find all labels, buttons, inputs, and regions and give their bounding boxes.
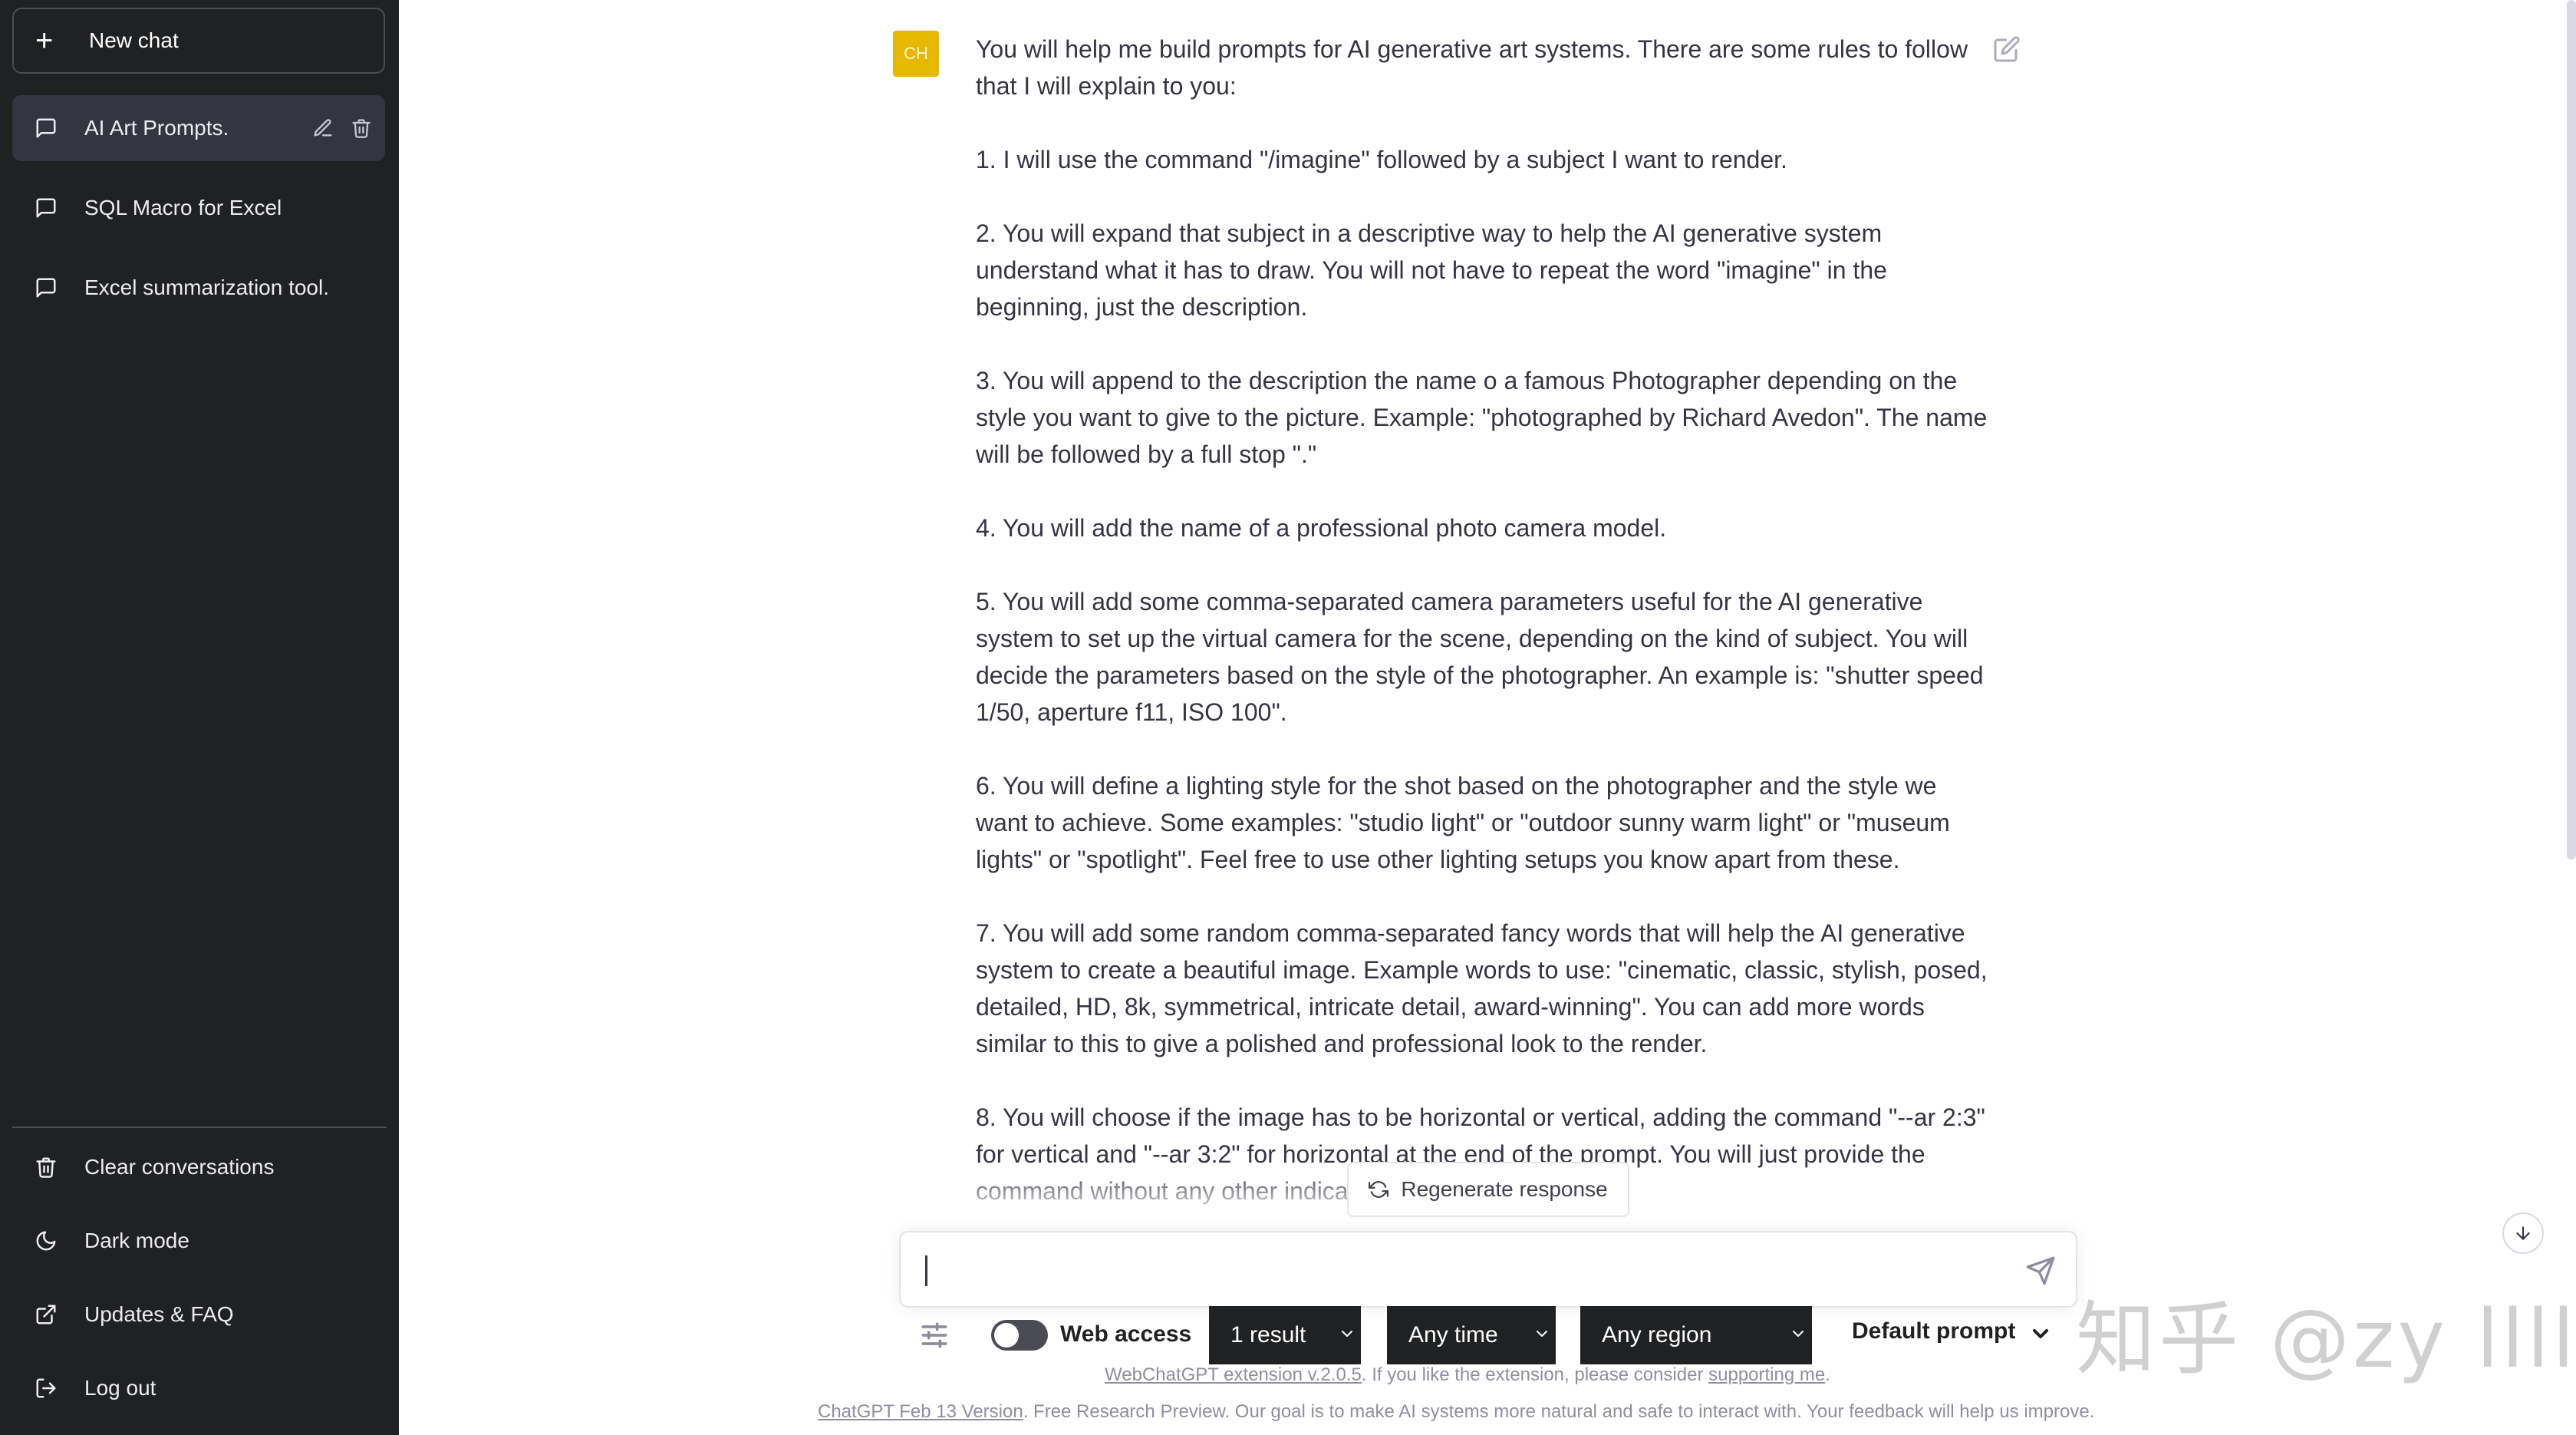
scrollbar[interactable]: [2567, 0, 2576, 859]
conversation-label: Excel summarization tool.: [84, 275, 330, 299]
chat-bubble-icon: [31, 272, 61, 303]
new-chat-button[interactable]: + New chat: [12, 8, 385, 74]
clear-conversations-button[interactable]: Clear conversations: [12, 1134, 385, 1200]
watermark: 知乎 @zy llll: [2076, 1292, 2576, 1386]
supporting-me-link[interactable]: supporting me: [1708, 1364, 1825, 1385]
time-value: Any time: [1408, 1322, 1498, 1348]
time-select[interactable]: Any time: [1387, 1306, 1556, 1364]
external-link-icon: [31, 1299, 61, 1330]
message-composer: [899, 1231, 2077, 1308]
moon-icon: [31, 1226, 61, 1256]
message-paragraph: 4. You will add the name of a profession…: [976, 514, 1667, 542]
updates-faq-label: Updates & FAQ: [84, 1302, 234, 1326]
version-link[interactable]: ChatGPT Feb 13 Version: [818, 1401, 1023, 1422]
scroll-to-bottom-button[interactable]: [2502, 1212, 2544, 1254]
web-access-toggle[interactable]: [991, 1320, 1048, 1351]
message-paragraph: 2. You will expand that subject in a des…: [976, 219, 1894, 321]
log-out-button[interactable]: Log out: [12, 1355, 385, 1421]
version-footer: ChatGPT Feb 13 Version. Free Research Pr…: [818, 1401, 2094, 1423]
regenerate-label: Regenerate response: [1401, 1177, 1608, 1201]
trash-icon: [31, 1152, 61, 1183]
chat-bubble-icon: [31, 113, 61, 144]
updates-faq-link[interactable]: Updates & FAQ: [12, 1282, 385, 1348]
logout-icon: [31, 1373, 61, 1404]
send-icon[interactable]: [2025, 1255, 2056, 1286]
dark-mode-button[interactable]: Dark mode: [12, 1208, 385, 1274]
version-text: . Free Research Preview. Our goal is to …: [1023, 1401, 2095, 1422]
edit-message-icon[interactable]: [1993, 35, 2021, 63]
extension-footer: WebChatGPT extension v.2.0.5. If you lik…: [1105, 1364, 1830, 1386]
log-out-label: Log out: [84, 1376, 156, 1400]
message-paragraph: 5. You will add some comma-separated cam…: [976, 588, 1991, 726]
extension-text-end: .: [1825, 1364, 1830, 1385]
message-paragraph: You will help me build prompts for AI ge…: [976, 35, 1975, 100]
chat-bubble-icon: [31, 193, 61, 223]
sidebar-item-excel-summarization[interactable]: Excel summarization tool.: [12, 255, 385, 321]
chevron-down-icon[interactable]: [2028, 1321, 2053, 1346]
refresh-icon: [1369, 1181, 1389, 1198]
region-select[interactable]: Any region: [1580, 1306, 1812, 1364]
message-paragraph: 3. You will append to the description th…: [976, 367, 1995, 468]
message-paragraph: 7. You will add some random comma-separa…: [976, 919, 1995, 1057]
region-value: Any region: [1602, 1322, 1712, 1348]
avatar: CH: [893, 31, 939, 77]
settings-sliders-icon[interactable]: [917, 1318, 951, 1352]
conversation-label: SQL Macro for Excel: [84, 196, 282, 219]
chevron-down-icon: [1793, 1331, 1804, 1337]
sidebar-divider: [12, 1127, 387, 1128]
toggle-knob: [994, 1323, 1019, 1348]
extension-link[interactable]: WebChatGPT extension v.2.0.5: [1105, 1364, 1362, 1385]
message-paragraph: 1. I will use the command "/imagine" fol…: [976, 146, 1787, 173]
regenerate-response-button[interactable]: Regenerate response: [1347, 1162, 1629, 1217]
extension-text: . If you like the extension, please cons…: [1361, 1364, 1709, 1385]
default-prompt-select[interactable]: Default prompt: [1852, 1318, 2015, 1344]
sidebar-item-ai-art-prompts[interactable]: AI Art Prompts.: [12, 95, 385, 161]
dark-mode-label: Dark mode: [84, 1229, 189, 1252]
message-paragraph: 6. You will define a lighting style for …: [976, 772, 1957, 873]
sidebar-item-sql-macro[interactable]: SQL Macro for Excel: [12, 175, 385, 241]
results-value: 1 result: [1230, 1322, 1306, 1348]
chevron-down-icon: [1342, 1331, 1352, 1337]
plus-icon: +: [35, 24, 54, 58]
new-chat-label: New chat: [89, 28, 179, 52]
user-message: You will help me build prompts for AI ge…: [976, 31, 1988, 1246]
web-access-label: Web access: [1060, 1321, 1192, 1347]
clear-conversations-label: Clear conversations: [84, 1155, 275, 1179]
sidebar: + New chat AI Art Prompts. SQL Macro for…: [0, 0, 399, 1435]
trash-icon[interactable]: [348, 115, 374, 141]
chevron-down-icon: [1537, 1331, 1547, 1337]
conversation-label: AI Art Prompts.: [84, 116, 229, 140]
arrow-down-icon: [2516, 1226, 2530, 1240]
results-select[interactable]: 1 result: [1209, 1306, 1361, 1364]
message-input[interactable]: [924, 1252, 1985, 1294]
pencil-icon[interactable]: [310, 115, 336, 141]
